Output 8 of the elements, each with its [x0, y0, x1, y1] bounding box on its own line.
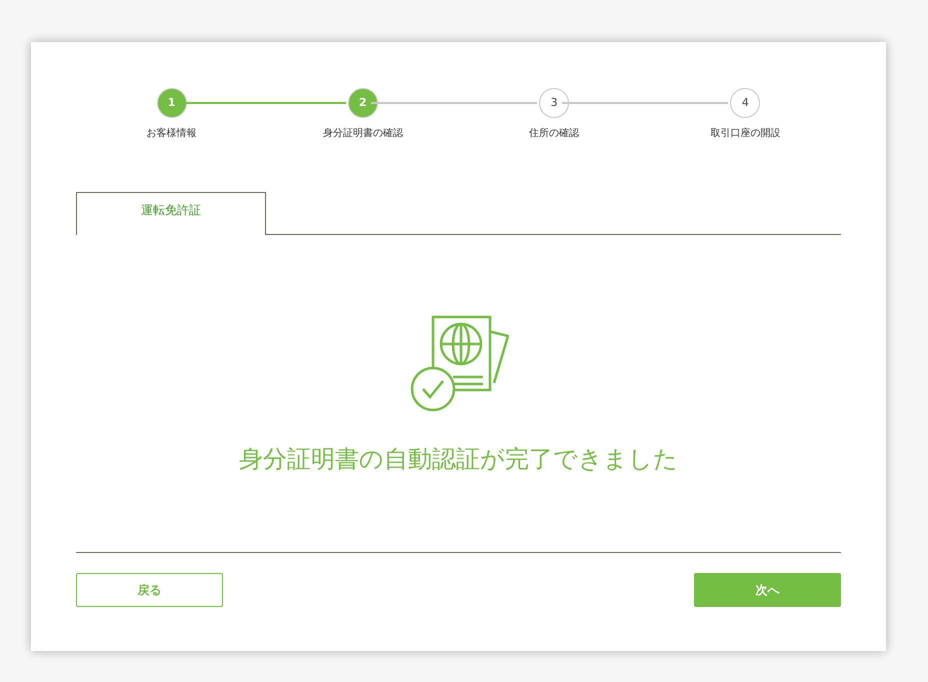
step-label: 住所の確認 — [529, 126, 580, 141]
success-message: 身分証明書の自動認証が完了できました — [239, 444, 678, 475]
back-button[interactable]: 戻る — [76, 573, 223, 607]
step-label: 身分証明書の確認 — [322, 126, 403, 141]
step-label: お客様情報 — [146, 126, 197, 141]
next-button[interactable]: 次へ — [694, 573, 841, 607]
step-label: 取引口座の開設 — [710, 126, 780, 141]
tab[interactable]: 運転免許証 — [76, 192, 266, 235]
